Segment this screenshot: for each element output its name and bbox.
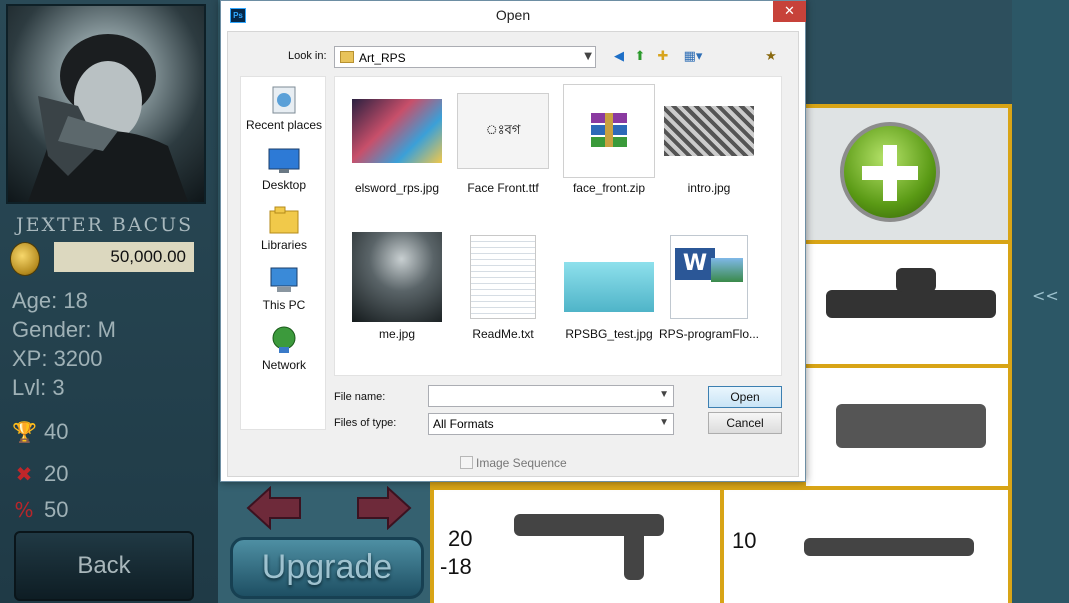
image-thumbnail — [563, 231, 655, 323]
file-item[interactable]: elsword_rps.jpg — [345, 85, 449, 195]
back-button[interactable]: Back — [14, 531, 194, 601]
weapon-slot-rocket[interactable] — [806, 244, 1008, 364]
image-thumbnail — [351, 231, 443, 323]
dialog-titlebar[interactable]: Ps Open ✕ — [221, 1, 806, 31]
chevron-down-icon: ▼ — [659, 417, 669, 428]
age-stat: Age: 18 — [12, 288, 88, 313]
image-thumbnail — [663, 85, 755, 177]
place-libraries[interactable]: Libraries — [241, 205, 327, 252]
text-file-icon — [457, 231, 549, 323]
win-rate: 50 — [44, 497, 69, 522]
folder-icon — [340, 51, 354, 63]
place-recent[interactable]: Recent places — [241, 85, 327, 132]
word-document-icon: W — [663, 231, 755, 323]
this-pc-icon — [267, 265, 301, 295]
cross-icon: ✖ — [15, 462, 33, 486]
desktop-icon — [267, 145, 301, 175]
new-folder-icon[interactable]: ✚ — [654, 48, 672, 66]
cell-stat-value: 10 — [732, 528, 757, 553]
player-name: JEXTER BACUS — [16, 214, 194, 236]
zip-archive-icon — [563, 84, 655, 178]
player-portrait — [6, 4, 206, 204]
trophy-icon: 🏆 — [12, 420, 37, 444]
player-panel: JEXTER BACUS 50,000.00 Age: 18 Gender: M… — [0, 0, 218, 603]
look-in-select[interactable]: Art_RPS ▼ — [334, 46, 596, 68]
files-of-type-select[interactable]: All Formats ▼ — [428, 413, 674, 435]
open-button[interactable]: Open — [708, 386, 782, 408]
file-item[interactable]: RPSBG_test.jpg — [557, 231, 661, 341]
wins-count: 40 — [44, 419, 69, 444]
place-desktop[interactable]: Desktop — [241, 145, 327, 192]
next-arrow-button[interactable] — [356, 485, 412, 531]
close-button[interactable]: ✕ — [773, 1, 806, 22]
font-file-icon: ঃবগ — [457, 85, 549, 177]
view-menu-icon[interactable]: ▦▾ — [680, 48, 706, 66]
file-item[interactable]: face_front.zip — [557, 84, 661, 195]
files-of-type-label: Files of type: — [334, 417, 397, 429]
right-sidebar: << — [1012, 0, 1069, 603]
level-stat: Lvl: 3 — [12, 375, 65, 400]
file-item[interactable]: ReadMe.txt — [451, 231, 555, 341]
image-thumbnail — [351, 85, 443, 177]
add-weapon-button[interactable] — [840, 122, 940, 222]
weapon-slot-cannon[interactable] — [806, 368, 1008, 486]
dialog-title: Open — [495, 7, 531, 23]
look-in-label: Look in: — [288, 50, 327, 62]
network-icon — [267, 325, 301, 355]
coin-icon — [10, 242, 40, 276]
file-item[interactable]: W RPS-programFlo... — [657, 231, 761, 341]
weapon-slot-rifle[interactable] — [724, 490, 1008, 603]
collapse-chevron-icon[interactable]: << — [1032, 286, 1059, 305]
dialog-body: Look in: Art_RPS ▼ ◀ ⬆ ✚ ▦▾ ★ Recent pla… — [227, 31, 799, 477]
cancel-button[interactable]: Cancel — [708, 412, 782, 434]
place-network[interactable]: Network — [241, 325, 327, 372]
up-folder-icon[interactable]: ⬆ — [631, 48, 649, 66]
file-name-label: File name: — [334, 391, 386, 403]
chevron-down-icon: ▼ — [584, 51, 592, 62]
checkbox-box[interactable] — [460, 456, 473, 469]
file-name-input[interactable]: ▼ — [428, 385, 674, 407]
upgrade-button[interactable]: Upgrade — [230, 537, 424, 599]
file-item[interactable]: ঃবগ Face Front.ttf — [451, 85, 555, 195]
open-dialog: Ps Open ✕ Look in: Art_RPS ▼ ◀ ⬆ ✚ ▦▾ ★ … — [220, 0, 806, 482]
place-this-pc[interactable]: This PC — [241, 265, 327, 312]
libraries-icon — [267, 205, 301, 235]
prev-arrow-button[interactable] — [246, 485, 302, 531]
file-list: elsword_rps.jpg ঃবগ Face Front.ttf face_… — [334, 76, 782, 376]
image-sequence-checkbox[interactable]: Image Sequence — [460, 456, 567, 470]
weapon-slot-shotgun[interactable] — [434, 490, 720, 603]
file-item[interactable]: me.jpg — [345, 231, 449, 341]
chevron-down-icon: ▼ — [659, 389, 669, 400]
recent-places-icon — [267, 85, 301, 115]
back-nav-icon[interactable]: ◀ — [610, 48, 628, 66]
losses-count: 20 — [44, 461, 69, 486]
look-in-value: Art_RPS — [359, 51, 406, 65]
cell-stat-top: 20 — [448, 526, 473, 551]
coin-balance: 50,000.00 — [54, 242, 194, 272]
cell-stat-bottom: -18 — [440, 554, 472, 579]
percent-icon: % — [14, 498, 34, 522]
file-item[interactable]: intro.jpg — [657, 85, 761, 195]
places-bar: Recent places Desktop Libraries This PC … — [240, 76, 326, 430]
xp-stat: XP: 3200 — [12, 346, 103, 371]
folder-star-icon[interactable]: ★ — [762, 48, 780, 66]
gender-stat: Gender: M — [12, 317, 116, 342]
